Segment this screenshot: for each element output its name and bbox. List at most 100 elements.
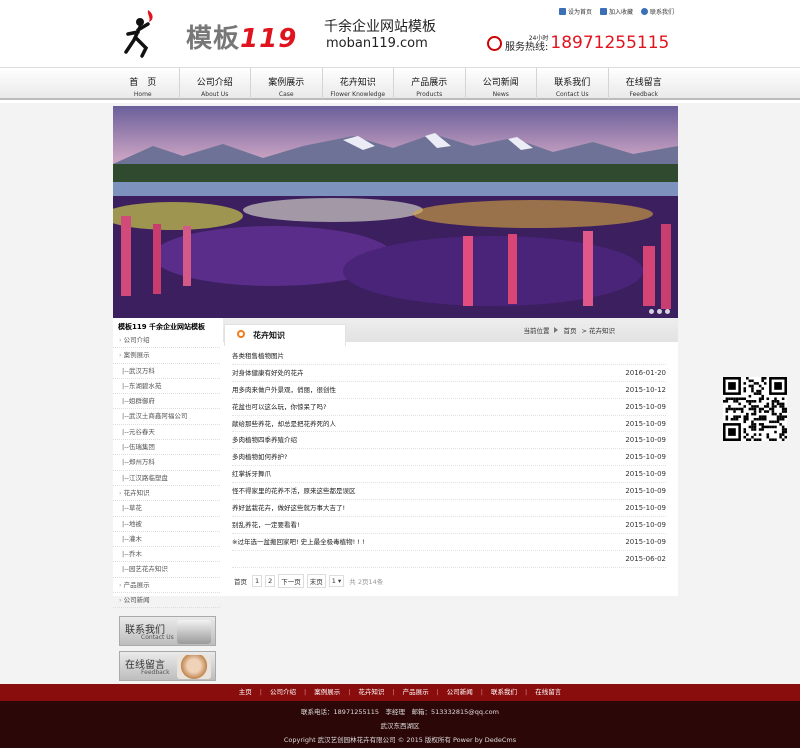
footer-link[interactable]: 花卉知识	[350, 684, 392, 701]
sidebar-title: 模板119 千余企业网站模板	[113, 318, 220, 333]
article-title[interactable]: 献给那些养花，却总是把花养死的人	[232, 416, 336, 432]
article-title[interactable]: 多肉植物如何养护?	[232, 449, 287, 465]
list-item[interactable]: 对身体健康有好处的花卉 2016-01-20	[232, 365, 666, 382]
list-item[interactable]: 多肉植物四季养殖介绍 2015-10-09	[232, 432, 666, 450]
list-item[interactable]: 花盆也可以这么玩，你惊呆了吗? 2015-10-09	[232, 399, 666, 416]
sidebar-item[interactable]: 花卉知识	[113, 486, 220, 502]
section-title: 花卉知识	[253, 331, 285, 340]
sidebar-item[interactable]: |--园艺花卉知识	[113, 562, 220, 578]
sidebar-item[interactable]: |--武汉土商鑫阿福公司	[113, 409, 220, 425]
pagination: 首页 1 2 下一页 末页 1 ▾ 共 2页14条	[232, 574, 386, 588]
breadcrumb-current[interactable]: > 花卉知识	[581, 325, 615, 335]
article-date: 2015-10-09	[625, 419, 666, 428]
article-title[interactable]: 养好盆栽花卉，做好这些就万事大吉了!	[232, 500, 345, 516]
sidebar-item[interactable]: |--地被	[113, 517, 220, 532]
footer-nav: 主页 | 公司介绍 | 案例展示 | 花卉知识 | 产品展示 | 公司新闻 | 联系我们 | 在线留言	[0, 684, 800, 701]
list-item[interactable]: 养好盆栽花卉，做好这些就万事大吉了! 2015-10-09	[232, 500, 666, 517]
nav-contact[interactable]: 联系我们 Contact Us	[536, 68, 608, 99]
footer-link[interactable]: 公司新闻	[439, 684, 481, 701]
set-homepage-link[interactable]: 设为首页	[558, 7, 592, 16]
list-item[interactable]: 用多肉来做户外景观，俏丽，很创性 2015-10-12	[232, 382, 666, 399]
footer-link[interactable]: 公司介绍	[262, 684, 304, 701]
list-item[interactable]: 多肉植物如何养护? 2015-10-09	[232, 449, 666, 467]
sidebar-item[interactable]: 案例展示	[113, 348, 220, 364]
footer-link[interactable]: 产品展示	[395, 684, 437, 701]
sidebar-item[interactable]: |--元谷春天	[113, 425, 220, 441]
footer-link[interactable]: 案例展示	[306, 684, 348, 701]
sidebar-item[interactable]: |--江汉路临塑盘	[113, 471, 220, 486]
article-title[interactable]: 怪不得家里的花养不活，原来这些都是误区	[232, 483, 356, 499]
list-item[interactable]: 献给那些养花，却总是把花养死的人 2015-10-09	[232, 416, 666, 433]
article-date: 2015-10-09	[625, 402, 666, 411]
logo-domain: moban119.com	[326, 36, 428, 51]
nav-about[interactable]: 公司介绍 About Us	[178, 68, 251, 99]
sidebar-item[interactable]: 公司新闻	[113, 593, 220, 609]
circle-bullet-icon	[237, 330, 245, 338]
logo-text: 模板119	[186, 24, 298, 54]
list-item[interactable]: 各类租售植物图片	[232, 348, 666, 365]
article-date: 2015-10-09	[625, 470, 666, 479]
list-item[interactable]: ※过年选一盆搬回家吧! 史上最全极毒植物! ! ! 2015-10-09	[232, 534, 666, 551]
sidebar-item[interactable]: |--乔木	[113, 547, 220, 563]
footer-info: 联系电话：18971255115 李经理 邮箱：513332815@qq.com…	[0, 701, 800, 748]
article-title[interactable]: 多肉植物四季养殖介绍	[232, 432, 297, 448]
pager-page-1[interactable]: 1	[252, 575, 263, 587]
sidebar-item[interactable]: |--伍瑞集团	[113, 440, 220, 456]
footer-link[interactable]: 在线留言	[527, 684, 569, 701]
add-favorite-link[interactable]: 加入收藏	[599, 7, 633, 16]
sidebar-item[interactable]: |--东湖碧水苑	[113, 379, 220, 395]
sidebar-item[interactable]: |--灌木	[113, 532, 220, 548]
article-date: 2015-10-09	[625, 504, 666, 513]
pager-next[interactable]: 下一页	[278, 574, 304, 588]
main-area: 模板119 千余企业网站模板 公司介绍案例展示|--武汉万科|--东湖碧水苑|-…	[113, 318, 678, 609]
article-title[interactable]: 用多肉来做户外景观，俏丽，很创性	[232, 382, 336, 398]
nav-case[interactable]: 案例展示 Case	[250, 68, 322, 99]
nav-flower-knowledge[interactable]: 花卉知识 Flower Knowledge	[321, 68, 394, 99]
article-title[interactable]: 各类租售植物图片	[232, 348, 284, 364]
sidebar-item[interactable]: |--武汉万科	[113, 364, 220, 379]
feedback-button[interactable]: 在线留言 Feedback	[119, 651, 216, 681]
article-title[interactable]: 别乱养花，一定要看看!	[232, 517, 300, 533]
phone-icon	[487, 35, 502, 51]
qr-code	[723, 377, 787, 441]
pager-first[interactable]: 首页	[232, 575, 249, 587]
contact-us-link[interactable]: 联系我们	[640, 7, 674, 16]
top-links: 设为首页 加入收藏 联系我们	[558, 7, 674, 16]
banner-dots[interactable]	[649, 309, 670, 314]
article-date: 2015-10-09	[625, 436, 666, 445]
pager-info: 共 2页14条	[347, 575, 386, 587]
car-icon	[177, 620, 211, 644]
service-girl-avatar	[177, 655, 211, 679]
article-title[interactable]: 对身体健康有好处的花卉	[232, 365, 304, 381]
sidebar-item[interactable]: |--姐群御府	[113, 394, 220, 410]
article-date: 2016-01-20	[625, 368, 666, 377]
pager-last[interactable]: 末页	[306, 574, 326, 588]
pager-select[interactable]: 1 ▾	[328, 575, 345, 587]
footer-contact: 联系电话：18971255115 李经理 邮箱：513332815@qq.com	[301, 708, 499, 716]
sidebar: 模板119 千余企业网站模板 公司介绍案例展示|--武汉万科|--东湖碧水苑|-…	[113, 318, 220, 609]
sidebar-item[interactable]: |--郑州万科	[113, 455, 220, 471]
sidebar-item[interactable]: 产品展示	[113, 578, 220, 594]
sidebar-item[interactable]: 公司介绍	[113, 333, 220, 349]
list-item[interactable]: 别乱养花，一定要看看! 2015-10-09	[232, 517, 666, 534]
article-title[interactable]: 花盆也可以这么玩，你惊呆了吗?	[232, 399, 326, 415]
contact-us-button[interactable]: 联系我们 Contact Us	[119, 616, 216, 646]
footer-link[interactable]: 联系我们	[483, 684, 525, 701]
article-title[interactable]: 红掌拆牙舞爪	[232, 466, 271, 482]
nav-feedback[interactable]: 在线留言 Feedback	[607, 68, 680, 99]
sidebar-list: 公司介绍案例展示|--武汉万科|--东湖碧水苑|--姐群御府|--武汉土商鑫阿福…	[113, 333, 220, 609]
nav-products[interactable]: 产品展示 Products	[393, 68, 465, 99]
list-item[interactable]: 怪不得家里的花养不活，原来这些都是误区 2015-10-09	[232, 483, 666, 501]
nav-news[interactable]: 公司新闻 News	[464, 68, 537, 99]
article-date: 2015-10-12	[625, 385, 666, 394]
breadcrumb-home[interactable]: 首页	[563, 325, 576, 335]
list-item[interactable]: 红掌拆牙舞爪 2015-10-09	[232, 466, 666, 484]
logo-slogan: 千余企业网站模板	[324, 19, 436, 35]
footer-link[interactable]: 主页	[231, 684, 260, 701]
list-item[interactable]: 2015-06-02	[232, 551, 666, 568]
nav-home[interactable]: 首 页 Home	[107, 68, 179, 99]
pager-page-2[interactable]: 2	[265, 575, 276, 587]
article-title[interactable]: ※过年选一盆搬回家吧! 史上最全极毒植物! ! !	[232, 534, 365, 550]
site-logo[interactable]: 模板119 千余企业网站模板 moban119.com	[114, 4, 450, 62]
sidebar-item[interactable]: |--草花	[113, 501, 220, 517]
